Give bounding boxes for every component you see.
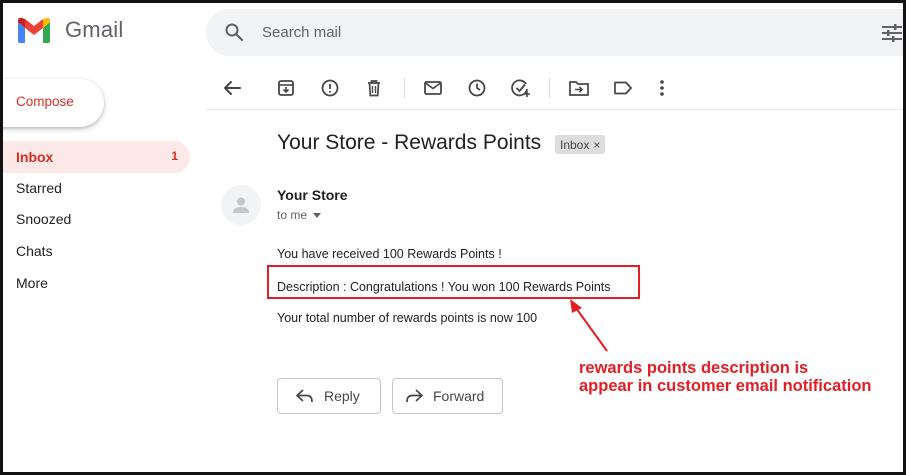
message-line: Your total number of rewards points is n… xyxy=(277,311,538,325)
move-to-icon[interactable] xyxy=(569,78,589,98)
more-vert-icon[interactable] xyxy=(652,78,672,98)
sender-name[interactable]: Your Store xyxy=(277,187,348,203)
sidebar-item-label: Inbox xyxy=(16,149,54,165)
recipient-details[interactable]: to me xyxy=(277,208,322,222)
annotation-text: rewards points description is appear in … xyxy=(579,359,871,395)
sidebar-item-more[interactable]: More xyxy=(0,267,190,299)
compose-label: Compose xyxy=(16,94,74,109)
sidebar-item-starred[interactable]: Starred xyxy=(0,172,190,204)
reply-button[interactable]: Reply xyxy=(277,378,381,414)
sidebar-item-inbox[interactable]: Inbox 1 xyxy=(0,141,190,173)
forward-button[interactable]: Forward xyxy=(392,378,503,414)
archive-icon[interactable] xyxy=(276,78,296,98)
sidebar-item-label: Starred xyxy=(16,180,62,196)
recipient-label: to me xyxy=(277,208,308,222)
search-options-icon[interactable] xyxy=(881,23,903,48)
gmail-m-icon xyxy=(18,17,50,43)
annotation-line: rewards points description is xyxy=(579,359,809,377)
message-line: You have received 100 Rewards Points ! xyxy=(277,247,502,261)
snooze-icon[interactable] xyxy=(467,78,487,98)
sidebar-item-chats[interactable]: Chats xyxy=(0,235,190,267)
sidebar-item-snoozed[interactable]: Snoozed xyxy=(0,203,190,235)
remove-label-icon[interactable]: × xyxy=(593,138,600,152)
unread-count: 1 xyxy=(171,149,178,163)
search-bar[interactable]: Search mail xyxy=(206,9,906,56)
inbox-label-chip[interactable]: Inbox × xyxy=(555,135,606,154)
search-icon[interactable] xyxy=(224,22,244,47)
sidebar-item-label: More xyxy=(16,275,48,291)
mark-unread-icon[interactable] xyxy=(423,78,443,98)
toolbar-divider xyxy=(549,78,550,98)
gmail-logo[interactable]: Gmail xyxy=(16,16,123,44)
search-input[interactable]: Search mail xyxy=(262,24,341,41)
person-icon xyxy=(233,197,249,213)
reply-label: Reply xyxy=(324,388,360,404)
forward-label: Forward xyxy=(433,388,485,404)
annotation-arrow-icon xyxy=(570,299,608,352)
reply-icon xyxy=(296,389,314,403)
email-subject: Your Store - Rewards Points xyxy=(277,131,542,154)
app-name: Gmail xyxy=(65,17,124,42)
label-chip-text: Inbox xyxy=(560,137,590,152)
delete-icon[interactable] xyxy=(364,78,384,98)
sidebar-item-label: Snoozed xyxy=(16,211,72,227)
sender-avatar[interactable] xyxy=(221,185,261,225)
annotation-line: appear in customer email notification xyxy=(579,377,872,395)
back-arrow-icon[interactable] xyxy=(222,78,242,98)
message-toolbar xyxy=(206,66,906,110)
report-spam-icon[interactable] xyxy=(320,78,340,98)
chevron-down-icon[interactable] xyxy=(313,212,322,218)
add-to-tasks-icon[interactable] xyxy=(511,78,531,98)
forward-icon xyxy=(405,389,423,403)
toolbar-divider xyxy=(404,78,405,98)
compose-button[interactable]: Compose xyxy=(0,79,104,127)
labels-icon[interactable] xyxy=(613,78,633,98)
sidebar-item-label: Chats xyxy=(16,243,53,259)
annotation-highlight-box xyxy=(267,265,640,299)
